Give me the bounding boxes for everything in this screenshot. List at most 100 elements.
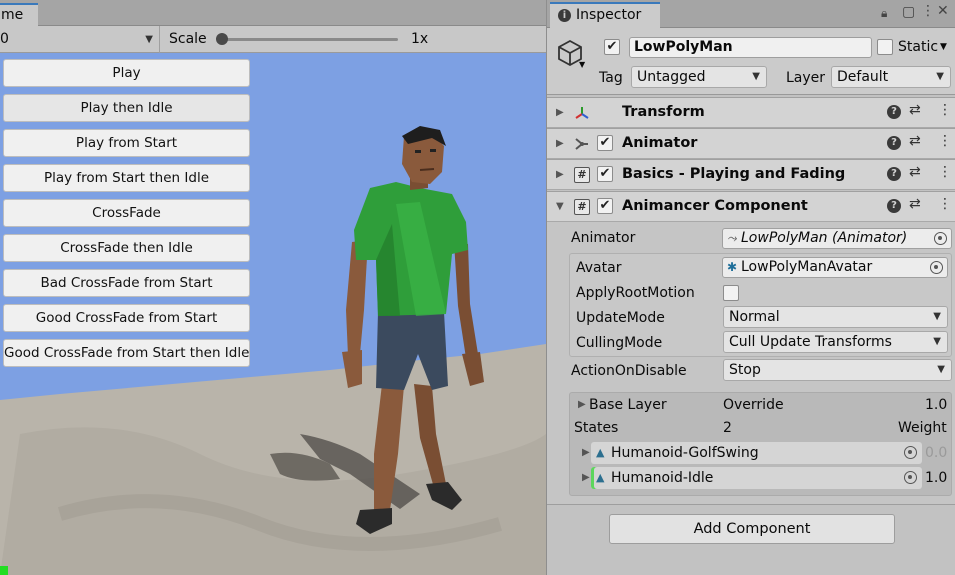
layer-dropdown-value: Default: [837, 69, 889, 85]
presets-sliders-icon[interactable]: ⇄: [909, 102, 921, 118]
animator-icon: [575, 138, 588, 150]
foldout-arrow-icon[interactable]: ▼: [556, 192, 564, 221]
animator-object-field[interactable]: ⤳ LowPolyMan (Animator): [722, 228, 952, 249]
scale-slider-track[interactable]: [218, 38, 398, 41]
object-picker-target-icon[interactable]: [904, 446, 917, 459]
avatar-figure-icon: ✱: [727, 260, 738, 274]
avatar-object-field[interactable]: ✱ LowPolyManAvatar: [722, 257, 948, 278]
info-icon: i: [558, 9, 571, 22]
states-label: States: [574, 420, 619, 436]
tag-dropdown-value: Untagged: [637, 69, 706, 85]
object-picker-target-icon[interactable]: [930, 261, 943, 274]
states-count: 2: [723, 420, 732, 436]
foldout-arrow-icon[interactable]: ▶: [556, 160, 564, 189]
button-play-then-idle[interactable]: Play then Idle: [3, 94, 250, 122]
animation-clip-icon: ▲: [596, 471, 605, 484]
state-name: Humanoid-Idle: [611, 470, 714, 486]
component-enabled-checkbox[interactable]: ✔: [597, 166, 613, 182]
culling-mode-value: Cull Update Transforms: [729, 334, 892, 350]
kebab-menu-icon[interactable]: ⋮: [938, 133, 952, 149]
foldout-arrow-icon[interactable]: ▶: [582, 467, 590, 489]
tag-label: Tag: [599, 70, 623, 86]
foldout-arrow-icon[interactable]: ▶: [582, 442, 590, 464]
component-header-transform[interactable]: ▶ Transform ? ⇄ ⋮: [547, 97, 955, 128]
button-good-crossfade-from-start-then-idle[interactable]: Good CrossFade from Start then Idle: [3, 339, 250, 367]
presets-sliders-icon[interactable]: ⇄: [909, 164, 921, 180]
state-name: Humanoid-GolfSwing: [611, 445, 759, 461]
game-toolbar: 0 ▼ Scale 1x: [0, 26, 546, 53]
help-icon[interactable]: ?: [887, 105, 901, 119]
game-scene: Play Play then Idle Play from Start Play…: [0, 54, 546, 575]
chevron-down-icon: ▼: [752, 71, 760, 82]
divider: [547, 504, 955, 505]
maximize-icon[interactable]: ▢: [902, 4, 915, 20]
help-icon[interactable]: ?: [887, 136, 901, 150]
transform-axes-icon: [575, 107, 589, 119]
culling-mode-label: CullingMode: [576, 335, 663, 351]
presets-sliders-icon[interactable]: ⇄: [909, 133, 921, 149]
button-bad-crossfade-from-start[interactable]: Bad CrossFade from Start: [3, 269, 250, 297]
layer-name[interactable]: Base Layer: [589, 394, 667, 416]
component-title: Animator: [622, 135, 698, 151]
state-weight: 0.0: [925, 445, 948, 461]
apply-root-motion-label: ApplyRootMotion: [576, 285, 695, 301]
icon-dropdown-arrow[interactable]: ▼: [579, 60, 585, 69]
update-mode-label: UpdateMode: [576, 310, 665, 326]
button-crossfade[interactable]: CrossFade: [3, 199, 250, 227]
chevron-down-icon: ▼: [936, 71, 944, 82]
culling-mode-dropdown[interactable]: Cull Update Transforms ▼: [723, 331, 948, 353]
foldout-arrow-icon[interactable]: ▶: [556, 98, 564, 127]
component-header-basics[interactable]: ▶ # ✔ Basics - Playing and Fading ? ⇄ ⋮: [547, 159, 955, 190]
help-icon[interactable]: ?: [887, 167, 901, 181]
layer-label: Layer: [786, 70, 826, 86]
button-play-from-start[interactable]: Play from Start: [3, 129, 250, 157]
component-header-animancer[interactable]: ▼ # ✔ Animancer Component ? ⇄ ⋮: [547, 191, 955, 222]
kebab-menu-icon[interactable]: ⋮: [938, 196, 952, 212]
display-dropdown[interactable]: 0 ▼: [0, 26, 160, 53]
static-checkbox[interactable]: [877, 39, 893, 55]
layer-dropdown[interactable]: Default ▼: [831, 66, 951, 88]
presets-sliders-icon[interactable]: ⇄: [909, 196, 921, 212]
action-on-disable-dropdown[interactable]: Stop ▼: [723, 359, 952, 381]
foldout-arrow-icon[interactable]: ▶: [556, 129, 564, 158]
state-row-golfswing[interactable]: ▲ Humanoid-GolfSwing: [591, 442, 922, 464]
action-on-disable-label: ActionOnDisable: [571, 363, 687, 379]
component-header-animator[interactable]: ▶ ✔ Animator ? ⇄ ⋮: [547, 128, 955, 159]
kebab-menu-icon[interactable]: ⋮: [938, 164, 952, 180]
foldout-arrow-icon[interactable]: ▶: [578, 394, 586, 416]
help-icon[interactable]: ?: [887, 199, 901, 213]
button-crossfade-then-idle[interactable]: CrossFade then Idle: [3, 234, 250, 262]
object-picker-target-icon[interactable]: [904, 471, 917, 484]
update-mode-dropdown[interactable]: Normal ▼: [723, 306, 948, 328]
animation-clip-icon: ▲: [596, 446, 605, 459]
button-play[interactable]: Play: [3, 59, 250, 87]
lock-icon[interactable]: 🔒︎: [881, 6, 887, 21]
component-enabled-checkbox[interactable]: ✔: [597, 135, 613, 151]
apply-root-motion-checkbox[interactable]: [723, 285, 739, 301]
tab-game[interactable]: me: [0, 3, 38, 27]
object-picker-target-icon[interactable]: [934, 232, 947, 245]
active-checkbox[interactable]: ✔: [604, 39, 620, 55]
weight-column-label: Weight: [898, 420, 947, 436]
chevron-down-icon[interactable]: ▼: [940, 37, 947, 58]
kebab-menu-icon[interactable]: ⋮: [938, 102, 952, 118]
static-label: Static: [898, 39, 939, 55]
tab-inspector[interactable]: i Inspector: [550, 2, 660, 28]
layer-weight: 1.0: [925, 397, 948, 413]
kebab-menu-icon[interactable]: ⋮: [921, 3, 935, 19]
scale-slider-knob[interactable]: [216, 33, 228, 45]
chevron-down-icon: ▼: [937, 364, 945, 375]
close-icon[interactable]: ✕: [937, 3, 949, 19]
add-component-button[interactable]: Add Component: [609, 514, 895, 544]
game-tab-bar: me: [0, 0, 546, 27]
button-good-crossfade-from-start[interactable]: Good CrossFade from Start: [3, 304, 250, 332]
object-name-field[interactable]: LowPolyMan: [629, 37, 872, 58]
component-enabled-checkbox[interactable]: ✔: [597, 198, 613, 214]
state-row-idle[interactable]: ▲ Humanoid-Idle: [591, 467, 922, 489]
component-title: Animancer Component: [622, 198, 808, 214]
tab-inspector-label: Inspector: [576, 7, 642, 23]
animator-icon: ⤳: [727, 231, 737, 245]
inspector-panel: i Inspector 🔒︎ ▢ ⋮ ✕ ▼ ✔ LowPolyMan Stat…: [546, 0, 955, 575]
button-play-from-start-then-idle[interactable]: Play from Start then Idle: [3, 164, 250, 192]
tag-dropdown[interactable]: Untagged ▼: [631, 66, 767, 88]
